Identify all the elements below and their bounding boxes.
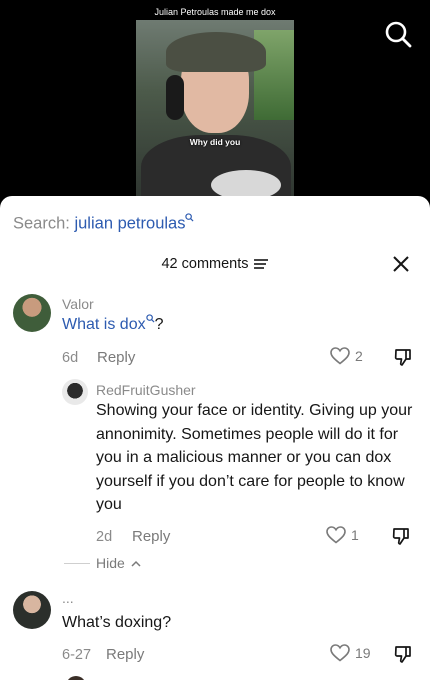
reply-comment-item: RedFruitGusher Showing your face or iden… <box>0 376 430 556</box>
dislike-icon[interactable] <box>393 347 413 367</box>
headphones <box>166 75 184 120</box>
comment-age: 2d <box>96 529 113 545</box>
search-label: Search: <box>13 214 70 233</box>
dislike-icon[interactable] <box>391 526 411 546</box>
dislike-icon[interactable] <box>393 644 413 664</box>
like-button[interactable]: 19 <box>330 644 371 662</box>
heart-icon <box>330 347 350 365</box>
close-icon[interactable] <box>392 255 410 273</box>
avatar[interactable] <box>62 379 88 405</box>
video-caption: Julian Petroulas made me dox <box>154 7 276 17</box>
comment-text: Showing your face or identity. Giving up… <box>96 402 413 513</box>
comment-text: What’s doxing? <box>62 614 172 631</box>
search-icon[interactable] <box>384 20 412 48</box>
comment-username[interactable]: RedFruitGusher <box>96 382 196 398</box>
avatar[interactable] <box>13 294 51 332</box>
comment-item: ... What’s doxing? 6-27 Reply 19 <box>0 588 430 673</box>
reply-button[interactable]: Reply <box>97 349 135 366</box>
search-suggestion[interactable]: Search: julian petroulas <box>13 213 194 234</box>
like-button[interactable]: 2 <box>330 347 363 365</box>
person-cap <box>166 32 266 72</box>
divider <box>64 562 90 564</box>
like-count: 2 <box>355 348 363 364</box>
like-button[interactable]: 1 <box>326 526 359 544</box>
video-player[interactable]: Julian Petroulas made me dox Why did you <box>0 0 430 220</box>
video-subtitle: Why did you <box>189 137 241 147</box>
comments-sheet: Search: julian petroulas 42 comments Val… <box>0 196 430 680</box>
like-count: 1 <box>351 527 359 543</box>
avatar[interactable] <box>13 591 51 629</box>
reply-button[interactable]: Reply <box>132 528 170 545</box>
heart-icon <box>330 644 350 662</box>
filter-icon[interactable] <box>253 258 269 270</box>
hide-label: Hide <box>96 555 125 571</box>
comment-age: 6d <box>62 350 79 366</box>
like-count: 19 <box>355 645 371 661</box>
chevron-up-icon <box>131 560 141 567</box>
hide-replies-button[interactable]: Hide <box>64 555 141 571</box>
video-frame[interactable]: Why did you <box>136 20 294 200</box>
comment-count: 42 comments <box>161 256 249 272</box>
comment-username[interactable]: ... <box>62 590 74 606</box>
comment-username[interactable]: Valor <box>62 296 94 312</box>
search-icon <box>145 313 155 323</box>
reply-button[interactable]: Reply <box>106 646 144 663</box>
comment-age: 6-27 <box>62 647 92 663</box>
comment-text-suffix: ? <box>154 316 164 333</box>
comment-text: What is dox? <box>62 313 164 337</box>
comment-item: Valor What is dox? 6d Reply 2 <box>0 291 430 371</box>
search-query-link[interactable]: julian petroulas <box>74 215 185 233</box>
comments-header: 42 comments <box>0 253 430 277</box>
search-icon <box>185 213 194 222</box>
heart-icon <box>326 526 346 544</box>
comment-search-link[interactable]: What is dox <box>62 316 146 333</box>
